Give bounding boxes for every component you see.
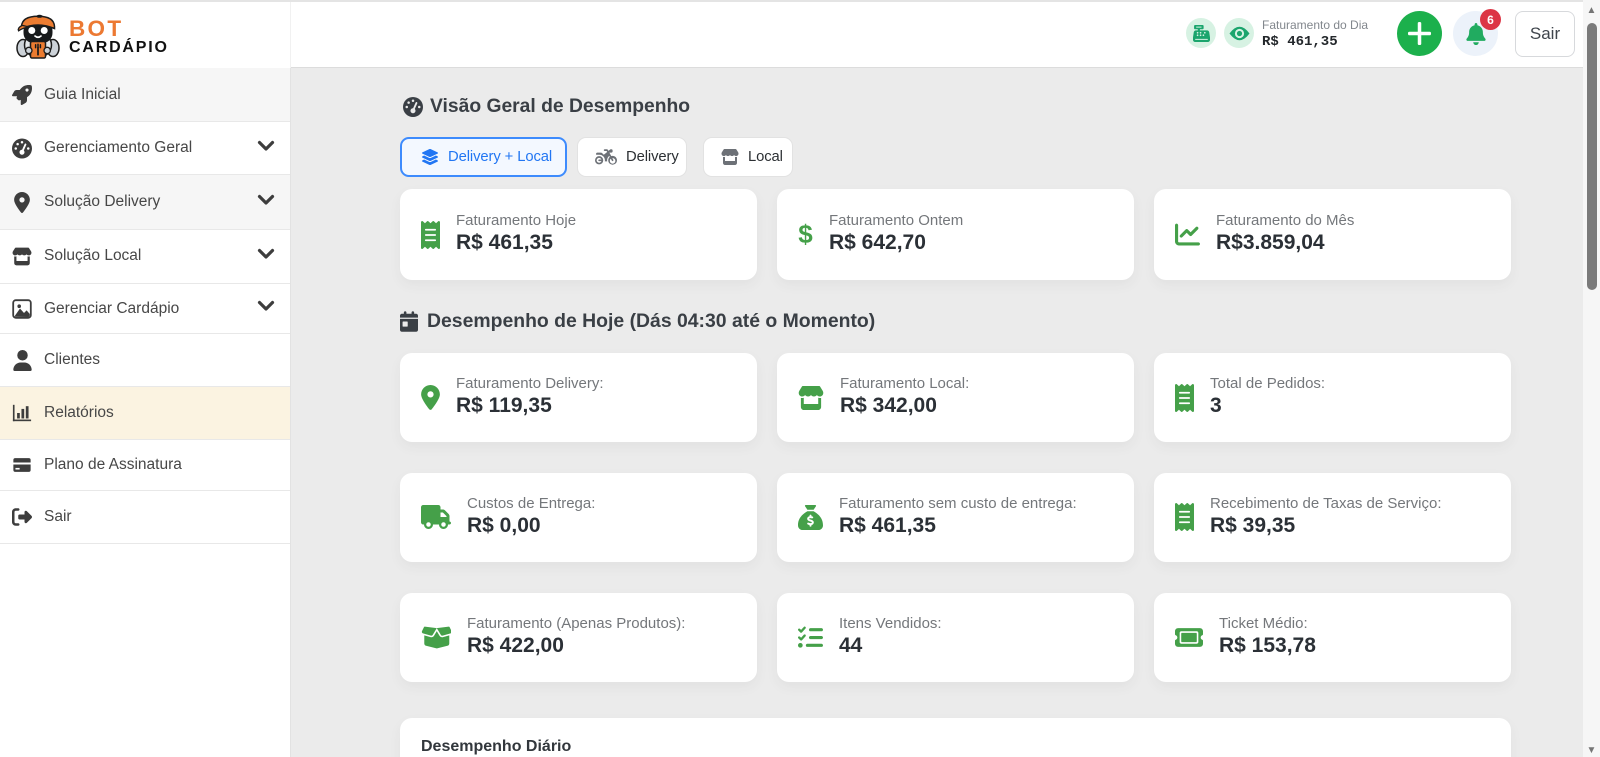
svg-text:$: $ [798, 221, 813, 249]
